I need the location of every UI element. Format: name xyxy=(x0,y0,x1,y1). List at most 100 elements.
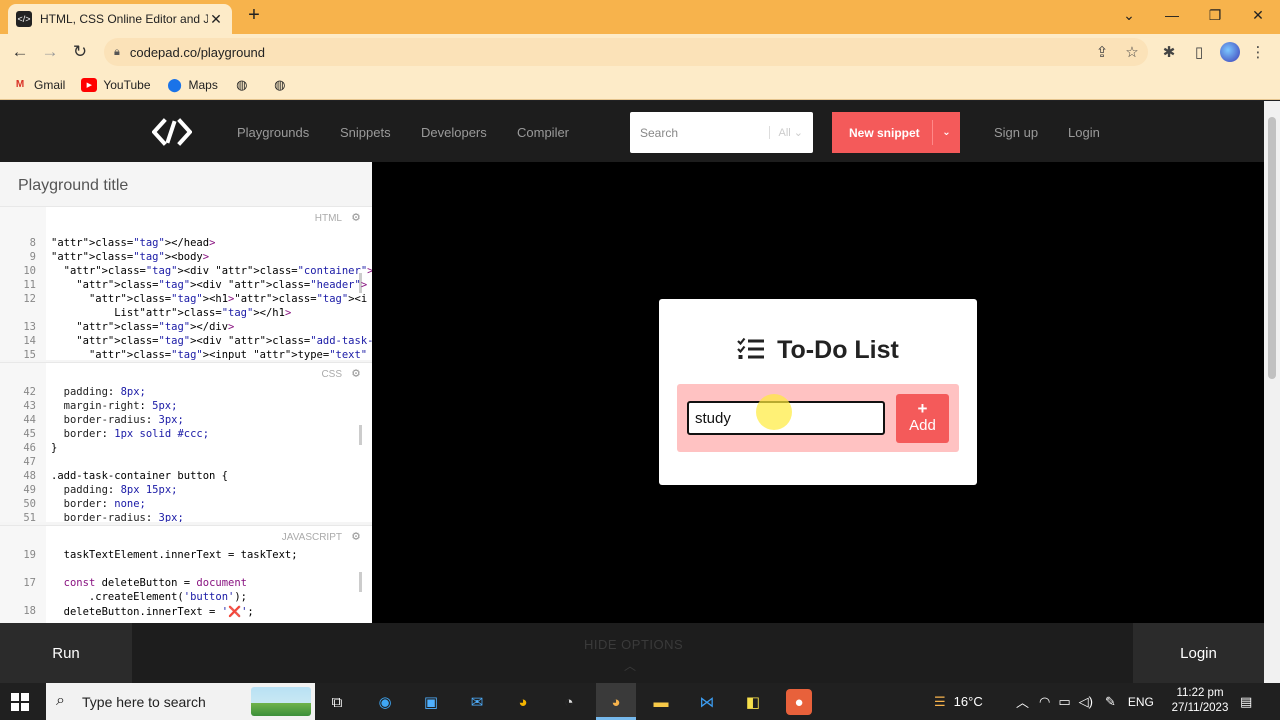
edge-icon[interactable]: ◉ xyxy=(372,689,398,715)
minimize-icon[interactable]: — xyxy=(1150,0,1194,30)
nav-compiler[interactable]: Compiler xyxy=(517,125,569,140)
html-editor[interactable]: HTML ⚙ 8 "attr">class="tag"></head> 9 "attr… xyxy=(0,206,372,360)
app-icon[interactable]: ◔ xyxy=(556,689,582,715)
bookmark-youtube[interactable]: ▶ YouTube xyxy=(81,77,151,92)
mail-icon[interactable]: ✉ xyxy=(464,689,490,715)
task-view-icon[interactable]: ⧉ xyxy=(324,689,350,715)
search-scope-select[interactable]: All ⌄ xyxy=(769,126,803,139)
bottom-login-button[interactable]: Login xyxy=(1133,623,1264,683)
bookmark-maps[interactable]: ⬤ Maps xyxy=(167,77,218,92)
page-scrollbar[interactable] xyxy=(1264,101,1280,683)
line-number: 9 xyxy=(29,251,36,263)
site-search-input[interactable]: Search All ⌄ xyxy=(630,112,813,153)
nav-playgrounds[interactable]: Playgrounds xyxy=(237,125,309,140)
maximize-icon[interactable]: ❐ xyxy=(1193,0,1237,30)
run-button[interactable]: Run xyxy=(0,623,132,683)
taskbar-search-input[interactable]: ⌕ Type here to search xyxy=(46,683,315,720)
line-number: 43 xyxy=(23,400,36,412)
line-number: 49 xyxy=(23,484,36,496)
taskbar-clock[interactable]: 11:22 pm 27/11/2023 xyxy=(1168,686,1232,716)
battery-icon[interactable]: ▭ xyxy=(1058,694,1070,710)
close-tab-icon[interactable]: ✕ xyxy=(208,11,224,28)
code-text: deleteButton.innerText = '❌'; xyxy=(51,606,254,618)
weather-widget[interactable]: ☰ 16°C xyxy=(934,683,983,720)
sticky-notes-icon[interactable]: ◧ xyxy=(740,689,766,715)
language-indicator[interactable]: ENG xyxy=(1128,695,1154,709)
nav-developers[interactable]: Developers xyxy=(421,125,487,140)
volume-icon[interactable]: ◁) xyxy=(1079,694,1093,710)
share-icon[interactable]: ⇪ xyxy=(1090,40,1114,64)
javascript-editor[interactable]: JAVASCRIPT ⚙ 19 taskTextElement.innerTex… xyxy=(0,525,372,623)
chrome-icon[interactable]: ◕ xyxy=(510,689,536,715)
forward-icon[interactable]: → xyxy=(38,40,62,64)
code-text: padding: 8px 15px; xyxy=(63,484,178,496)
site-header: Playgrounds Snippets Developers Compiler… xyxy=(0,101,1264,162)
code-text: taskTextElement.innerText = taskText; xyxy=(51,549,298,561)
editor-scrollbar[interactable] xyxy=(359,572,362,592)
tray-chevron-icon[interactable]: ︿ xyxy=(1016,692,1029,711)
extensions-icon[interactable]: ✱ xyxy=(1157,40,1181,64)
editor-scrollbar[interactable] xyxy=(359,425,362,445)
todo-container: To-Do List + Add xyxy=(659,299,977,485)
chevron-down-icon[interactable]: ⌄ xyxy=(932,120,960,145)
bookmark-globe-1[interactable]: ◍ xyxy=(234,77,256,92)
login-link[interactable]: Login xyxy=(1068,125,1100,140)
gear-icon[interactable]: ⚙ xyxy=(352,210,360,225)
notifications-icon[interactable]: ▤ xyxy=(1240,683,1252,720)
bookmark-globe-2[interactable]: ◍ xyxy=(272,77,294,92)
youtube-icon: ▶ xyxy=(81,77,98,92)
line-number: 13 xyxy=(23,321,36,333)
code-text: "attr">class="tag"><h1>"attr">class="tag… xyxy=(88,293,372,305)
gear-icon[interactable]: ⚙ xyxy=(352,529,360,544)
scrollbar-thumb[interactable] xyxy=(1268,117,1276,379)
tab-search-chevron-icon[interactable]: ⌄ xyxy=(1107,0,1151,30)
bookmark-label: Gmail xyxy=(34,77,66,92)
close-window-icon[interactable]: ✕ xyxy=(1236,0,1280,30)
line-number: 51 xyxy=(23,512,36,522)
lock-icon[interactable]: 🔒︎ xyxy=(114,46,120,59)
chevron-up-icon[interactable]: ︿ xyxy=(624,657,636,674)
store-icon[interactable]: ▣ xyxy=(418,689,444,715)
nav-snippets[interactable]: Snippets xyxy=(340,125,391,140)
reload-icon[interactable]: ↻ xyxy=(68,40,92,64)
windows-start-icon[interactable] xyxy=(10,692,30,712)
browser-menu-icon[interactable]: ⋮ xyxy=(1246,40,1270,64)
hide-options-toggle[interactable]: HIDE OPTIONS xyxy=(584,637,683,652)
code-text: border-radius: 3px; xyxy=(63,512,184,522)
todo-header: To-Do List xyxy=(659,336,977,368)
sign-up-link[interactable]: Sign up xyxy=(994,125,1038,140)
pen-icon[interactable]: ✎ xyxy=(1105,694,1116,710)
line-number: 42 xyxy=(23,386,36,398)
bookmark-star-icon[interactable]: ☆ xyxy=(1120,40,1144,64)
browser-tab[interactable]: </> HTML, CSS Online Editor and Ja ✕ xyxy=(8,4,232,34)
wifi-icon[interactable]: ◠ xyxy=(1039,694,1050,710)
code-text: border-radius: 3px; xyxy=(63,414,184,426)
back-icon[interactable]: ← xyxy=(8,40,32,64)
playground-title[interactable]: Playground title xyxy=(18,177,128,195)
taskbar-search-placeholder: Type here to search xyxy=(82,693,206,710)
bookmark-gmail[interactable]: M Gmail xyxy=(12,77,66,92)
css-editor[interactable]: CSS ⚙ 42 padding: 8px; 43 margin-right: 5… xyxy=(0,362,372,522)
file-explorer-icon[interactable]: ▬ xyxy=(648,689,674,715)
profile-avatar[interactable] xyxy=(1220,42,1240,62)
preview-pane: To-Do List + Add xyxy=(372,162,1264,623)
chrome-active-icon[interactable]: ◕ xyxy=(603,689,629,715)
recorder-icon[interactable]: ● xyxy=(786,689,812,715)
add-task-button[interactable]: + Add xyxy=(896,394,949,443)
new-snippet-button[interactable]: New snippet ⌄ xyxy=(832,112,960,153)
line-number: 8 xyxy=(29,237,36,249)
side-panel-icon[interactable]: ▯ xyxy=(1187,40,1211,64)
address-bar[interactable]: 🔒︎ codepad.co/playground xyxy=(104,38,1148,66)
code-text: "attr">class="tag"><input "attr">type="t… xyxy=(88,349,368,360)
code-text: "attr">class="tag"></div> xyxy=(76,321,235,333)
search-icon: ⌕ xyxy=(56,692,65,709)
vscode-icon[interactable]: ⋈ xyxy=(694,689,720,715)
gear-icon[interactable]: ⚙ xyxy=(352,366,360,381)
new-tab-icon[interactable]: + xyxy=(244,5,264,26)
line-number: 46 xyxy=(23,442,36,454)
code-text: const deleteButton = document xyxy=(63,577,247,589)
search-placeholder: Search xyxy=(640,125,679,140)
codepad-logo-icon[interactable] xyxy=(151,117,193,147)
editor-language-label: CSS xyxy=(321,369,342,380)
add-button-label: Add xyxy=(909,416,936,434)
